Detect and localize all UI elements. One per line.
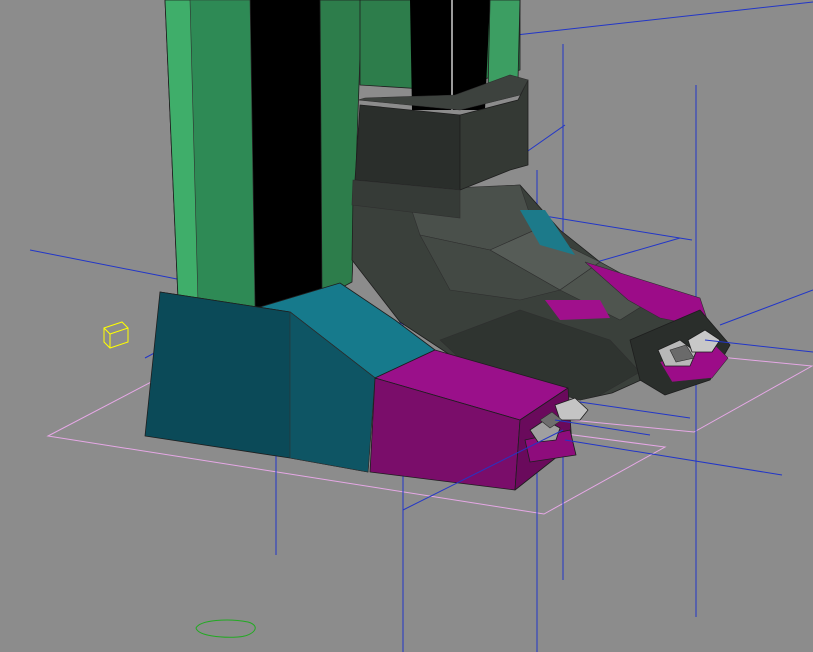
light-helper-icon[interactable] — [103, 321, 129, 349]
spline-shape[interactable] — [195, 619, 256, 638]
3d-viewport[interactable] — [0, 0, 813, 652]
viewport-scene[interactable] — [0, 0, 813, 652]
leg-left[interactable] — [164, 0, 363, 311]
